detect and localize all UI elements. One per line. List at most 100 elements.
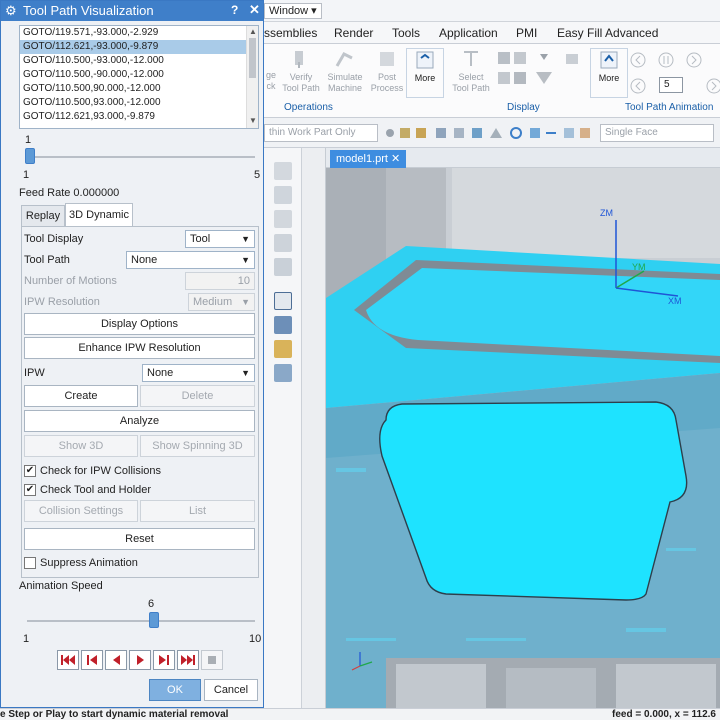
scroll-down-icon[interactable]: ▼ (249, 116, 257, 125)
suppress-animation-checkbox[interactable] (24, 557, 36, 569)
tab-easy-fill-advanced[interactable]: Easy Fill Advanced (557, 26, 658, 40)
list-item[interactable]: GOTO/112.621,-93.000,-9.879 (20, 40, 258, 54)
goto-list[interactable]: GOTO/119.571,-93.000,-2.929 GOTO/112.621,… (19, 25, 259, 129)
group-animation: Tool Path Animation (625, 102, 714, 113)
fast-forward-to-end-button[interactable] (177, 650, 199, 670)
list-item[interactable]: GOTO/110.500,-93.000,-12.000 (20, 54, 258, 68)
animation-speed-track[interactable] (27, 620, 255, 622)
filter-combo[interactable]: thin Work Part Only (264, 124, 378, 142)
play-backward-button[interactable] (105, 650, 127, 670)
check-tool-holder-checkbox[interactable]: ✔ (24, 484, 36, 496)
play-forward-button[interactable] (129, 650, 151, 670)
post-process-button[interactable]: Post Process (368, 48, 406, 94)
tab-application[interactable]: Application (439, 26, 498, 40)
animation-step-spinner[interactable]: 5 (659, 77, 683, 93)
view-tab-bar: model1.prt ✕ (326, 148, 720, 168)
assembly-icon[interactable] (274, 186, 292, 204)
chevron-down-icon: ▼ (241, 234, 250, 244)
play-forward-icon (137, 655, 144, 665)
list-item[interactable]: GOTO/110.500,-90.000,-12.000 (20, 68, 258, 82)
model-tab[interactable]: model1.prt ✕ (330, 150, 407, 168)
machine-tool-icon[interactable] (274, 316, 292, 334)
tab-render[interactable]: Render (334, 26, 373, 40)
display-tools-icons[interactable] (496, 50, 586, 90)
rewind-to-start-icon (61, 655, 75, 665)
select-tool-path-button[interactable]: Select Tool Path (452, 48, 490, 94)
more-display-button[interactable]: More (590, 48, 628, 98)
number-of-motions-field[interactable]: 10 (185, 272, 255, 290)
verify-tool-path-button[interactable]: Verify Tool Path (282, 48, 320, 94)
part-icon[interactable] (274, 210, 292, 228)
list-item[interactable]: GOTO/112.621,93.000,-9.879 (20, 110, 258, 124)
check-ipw-collisions-label: Check for IPW Collisions (40, 465, 162, 477)
tool-display-label: Tool Display (24, 233, 84, 245)
step-slider-track[interactable] (29, 156, 255, 158)
cancel-button[interactable]: Cancel (204, 679, 258, 701)
list-scrollbar[interactable]: ▲ ▼ (246, 26, 258, 128)
dialog-title-bar[interactable]: ⚙ Tool Path Visualization ? ✕ (1, 1, 263, 21)
scroll-thumb[interactable] (249, 38, 256, 78)
operation-icon[interactable] (274, 340, 292, 358)
snap-icons[interactable] (384, 125, 594, 143)
ribbon-tabs: ssemblies Render Tools Application PMI E… (264, 22, 720, 44)
list-button[interactable]: List (140, 500, 255, 522)
display-options-button[interactable]: Display Options (24, 313, 255, 335)
ribbon: ge ck Verify Tool Path Simulate Machine … (264, 44, 720, 118)
delete-button[interactable]: Delete (140, 385, 255, 407)
stop-button[interactable] (201, 650, 223, 670)
check-tool-holder-label: Check Tool and Holder (40, 484, 152, 496)
ipw-select[interactable]: None ▼ (142, 364, 255, 382)
window-menu[interactable]: Window ▾ (264, 3, 322, 19)
collision-settings-button[interactable]: Collision Settings (24, 500, 138, 522)
step-slider-thumb[interactable] (25, 148, 35, 164)
gear-icon: ⚙ (5, 3, 17, 18)
close-button[interactable]: ✕ (249, 2, 260, 18)
show-spinning-3d-button[interactable]: Show Spinning 3D (140, 435, 255, 457)
tab-assemblies[interactable]: ssemblies (264, 26, 317, 40)
geometry-icon[interactable] (274, 364, 292, 382)
analyze-button[interactable]: Analyze (24, 410, 255, 432)
more-operations-button[interactable]: More (406, 48, 444, 98)
animation-speed-min: 1 (23, 633, 30, 645)
fast-forward-to-end-icon (181, 655, 195, 665)
status-feed-readout: feed = 0.000, x = 112.6 (612, 709, 716, 720)
animation-speed-thumb[interactable] (148, 612, 159, 628)
tab-3d-dynamic[interactable]: 3D Dynamic (65, 203, 133, 227)
list-item[interactable]: GOTO/110.500,90.000,-12.000 (20, 82, 258, 96)
tool-display-select[interactable]: Tool ▼ (185, 230, 255, 248)
step-back-button[interactable] (81, 650, 103, 670)
show-3d-button[interactable]: Show 3D (24, 435, 138, 457)
constraint-icon[interactable] (274, 234, 292, 252)
axis-label-xm: XM (668, 296, 682, 306)
face-rule-combo[interactable]: Single Face (600, 124, 714, 142)
step-slider-value: 1 (25, 134, 32, 146)
tab-pmi[interactable]: PMI (516, 26, 537, 40)
step-back-icon (87, 655, 97, 665)
tab-tools[interactable]: Tools (392, 26, 420, 40)
create-button[interactable]: Create (24, 385, 138, 407)
scroll-up-icon[interactable]: ▲ (249, 27, 257, 36)
ok-button[interactable]: OK (149, 679, 201, 701)
help-button[interactable]: ? (231, 3, 238, 17)
graphics-viewport[interactable]: ZM YM XM (326, 168, 720, 708)
step-forward-button[interactable] (153, 650, 175, 670)
reuse-icon[interactable] (274, 258, 292, 276)
ipw-resolution-select[interactable]: Medium ▼ (188, 293, 255, 311)
selection-bar: thin Work Part Only Single Face (264, 118, 720, 148)
stop-icon (208, 656, 216, 664)
check-ipw-collisions-checkbox[interactable]: ✔ (24, 465, 36, 477)
list-item[interactable]: GOTO/119.571,-93.000,-2.929 (20, 26, 258, 40)
tab-replay[interactable]: Replay (21, 205, 65, 227)
reset-button[interactable]: Reset (24, 528, 255, 550)
history-icon[interactable] (274, 162, 292, 180)
dialog-title: Tool Path Visualization (23, 3, 154, 18)
enhance-ipw-resolution-button[interactable]: Enhance IPW Resolution (24, 337, 255, 359)
navigator-icon[interactable] (274, 292, 292, 310)
simulate-machine-button[interactable]: Simulate Machine (326, 48, 364, 94)
list-item[interactable]: GOTO/110.500,93.000,-12.000 (20, 96, 258, 110)
step-slider-max: 5 (254, 169, 261, 181)
rewind-to-start-button[interactable] (57, 650, 79, 670)
tool-path-select[interactable]: None ▼ (126, 251, 255, 269)
animation-speed-value: 6 (148, 598, 155, 610)
animation-speed-label: Animation Speed (19, 580, 103, 592)
